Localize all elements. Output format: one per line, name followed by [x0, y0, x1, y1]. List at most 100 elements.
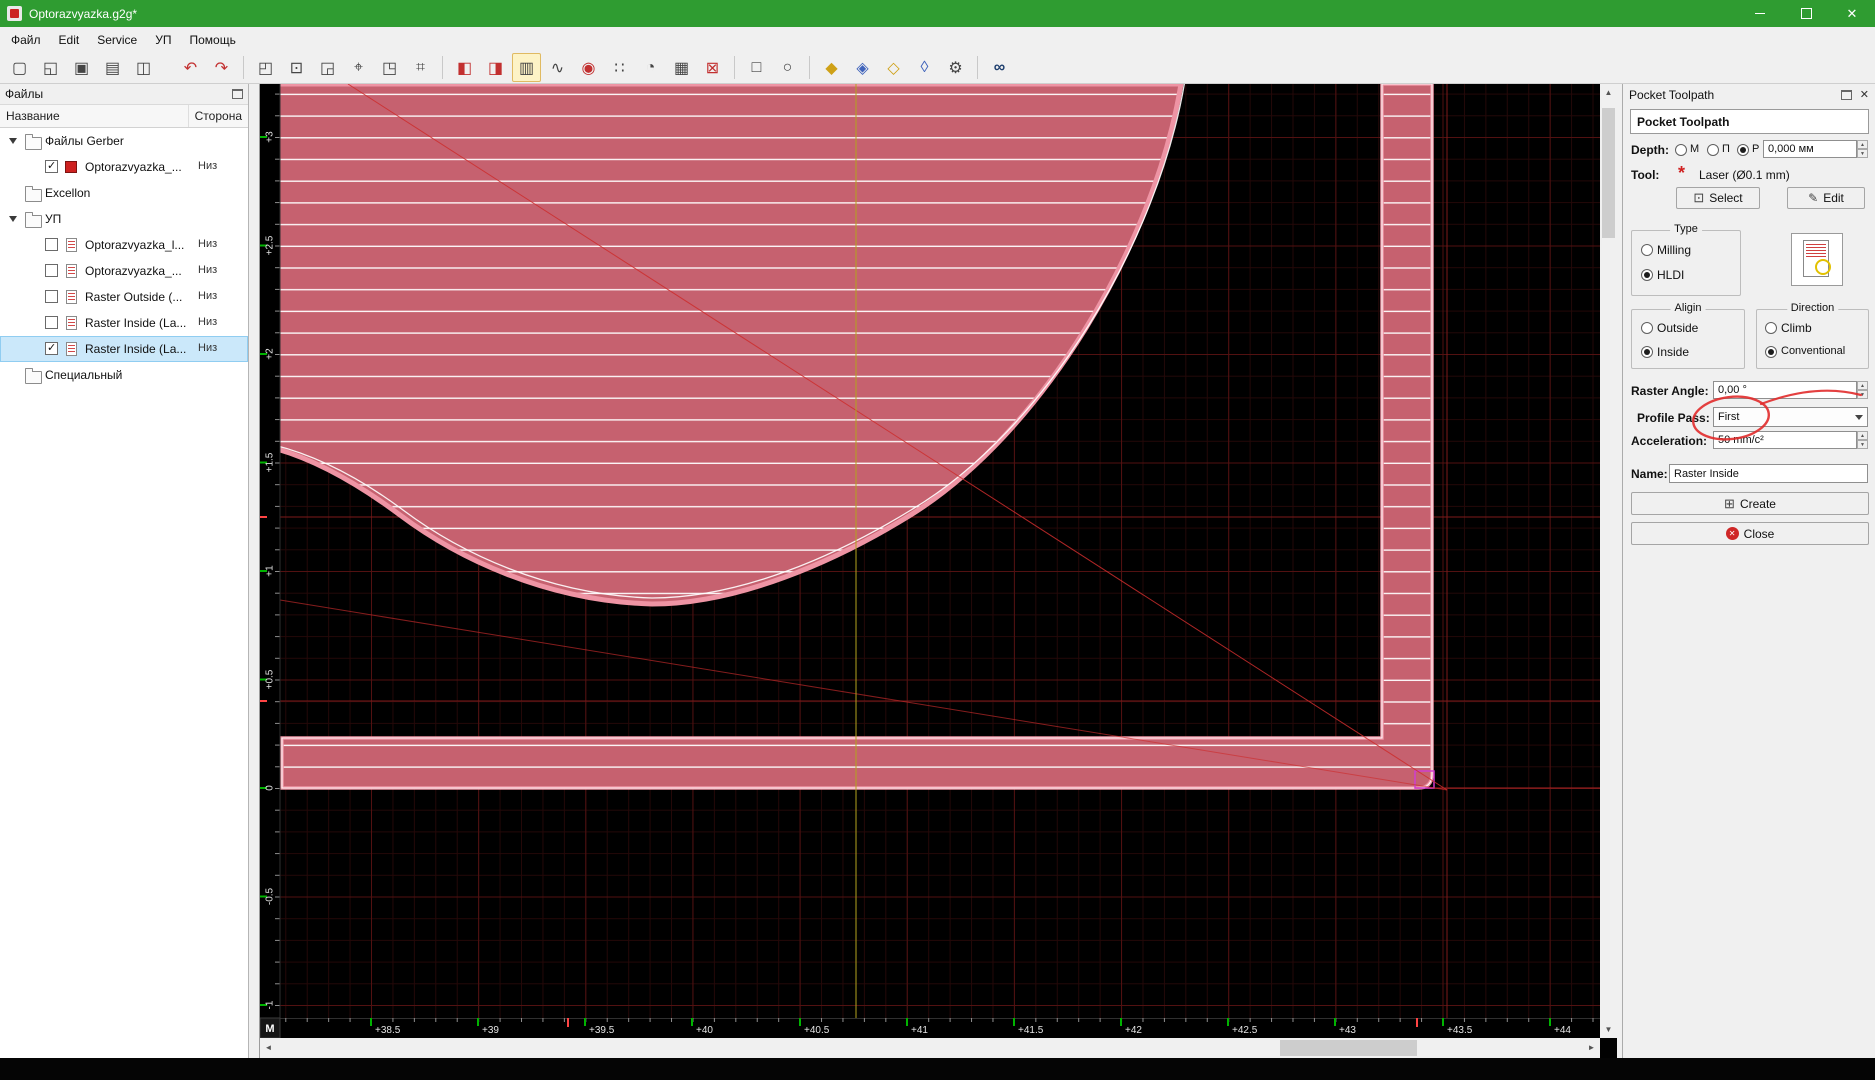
close-panel-button[interactable]: Close [1631, 522, 1869, 545]
raster-angle-input[interactable]: 0,00 ° [1713, 381, 1857, 399]
tree-row-toolpath-5-selected[interactable]: Raster Inside (La... Низ [0, 336, 248, 362]
undo-icon[interactable]: ↶ [176, 53, 205, 82]
simulate-icon[interactable]: ◔ [636, 53, 665, 82]
edit-tool-button[interactable]: Edit [1787, 187, 1865, 209]
settings-icon[interactable]: ⚙ [941, 53, 970, 82]
raster-view-icon[interactable]: ▥ [512, 53, 541, 82]
column-side[interactable]: Сторона [189, 105, 248, 127]
poly-intersect-icon[interactable]: ◇ [879, 53, 908, 82]
mirror-horizontal-icon[interactable]: ◧ [450, 53, 479, 82]
direction-radio-conventional[interactable] [1765, 346, 1777, 358]
depth-radio-p2[interactable] [1737, 144, 1749, 156]
direction-option-conventional[interactable]: Conventional [1781, 345, 1845, 357]
redo-icon[interactable]: ↷ [207, 53, 236, 82]
move-tool-icon[interactable]: ⌖ [344, 53, 373, 82]
menu-file[interactable]: Файл [2, 29, 50, 51]
fixture-marks-icon[interactable]: ⊠ [698, 53, 727, 82]
draw-ellipse-icon[interactable]: ○ [773, 53, 802, 82]
poly-union-icon[interactable]: ◆ [817, 53, 846, 82]
canvas-area[interactable]: +3 +2.5 +2 +1.5 +1 +0.5 0 -0.5 -1 +38.5 … [259, 79, 1600, 1039]
tree-row-special-folder[interactable]: Специальный [0, 362, 248, 388]
layer-checkbox[interactable] [45, 264, 58, 277]
vertical-scrollbar[interactable]: ▲ ▼ [1600, 84, 1617, 1038]
scroll-left-arrow[interactable]: ◄ [260, 1039, 277, 1056]
tree-row-toolpath-3[interactable]: Raster Outside (... Низ [0, 284, 248, 310]
type-option-hldi[interactable]: HLDI [1657, 268, 1684, 282]
tree-row-toolpath-2[interactable]: Optorazvyazka_... Низ [0, 258, 248, 284]
acceleration-input[interactable]: 50 mm/c² [1713, 431, 1857, 449]
depth-option-p1[interactable]: П [1722, 143, 1730, 155]
scroll-down-arrow[interactable]: ▼ [1600, 1021, 1617, 1038]
layer-checkbox[interactable] [45, 341, 58, 355]
select-all-icon[interactable]: ⊡ [282, 53, 311, 82]
layer-checkbox[interactable] [45, 290, 58, 303]
layer-checkbox[interactable] [45, 316, 58, 329]
type-radio-hldi[interactable] [1641, 269, 1653, 281]
acceleration-spinner[interactable]: ▲ ▼ [1857, 431, 1868, 449]
minimize-button[interactable] [1737, 0, 1783, 27]
tree-row-excellon-folder[interactable]: Excellon [0, 180, 248, 206]
table-view-icon[interactable]: ▦ [667, 53, 696, 82]
laser-spot-icon[interactable]: ◉ [574, 53, 603, 82]
export-gcode-icon[interactable]: ◫ [129, 53, 158, 82]
vertical-scroll-thumb[interactable] [1602, 108, 1615, 238]
align-option-outside[interactable]: Outside [1657, 321, 1698, 335]
deselect-icon[interactable]: ◲ [313, 53, 342, 82]
direction-option-climb[interactable]: Climb [1781, 321, 1812, 335]
panel-splitter[interactable] [249, 84, 260, 1058]
tree-row-toolpath-1[interactable]: Optorazvyazka_l... Низ [0, 232, 248, 258]
name-input[interactable]: Raster Inside [1669, 464, 1868, 483]
raster-angle-spinner[interactable]: ▲ ▼ [1857, 381, 1868, 399]
column-name[interactable]: Название [0, 105, 189, 127]
save-file-icon[interactable]: ▣ [67, 53, 96, 82]
select-tool-button[interactable]: Select [1676, 187, 1760, 209]
depth-radio-m[interactable] [1675, 144, 1687, 156]
undock-icon[interactable] [1840, 89, 1852, 100]
mirror-vertical-icon[interactable]: ◨ [481, 53, 510, 82]
poly-subtract-icon[interactable]: ◈ [848, 53, 877, 82]
horizontal-scroll-thumb[interactable] [1280, 1040, 1417, 1056]
maximize-button[interactable] [1783, 0, 1829, 27]
curve-tool-icon[interactable]: ∿ [543, 53, 572, 82]
new-file-icon[interactable]: ▢ [5, 53, 34, 82]
close-button[interactable] [1829, 0, 1875, 27]
depth-option-p2[interactable]: P [1752, 143, 1759, 155]
direction-radio-climb[interactable] [1765, 322, 1777, 334]
panel-close-icon[interactable] [1860, 88, 1869, 101]
snap-grid-icon[interactable]: ⌗ [406, 53, 435, 82]
tree-row-up-folder[interactable]: УП [0, 206, 248, 232]
find-icon[interactable]: ∞ [985, 53, 1014, 82]
menu-up[interactable]: УП [146, 29, 180, 51]
draw-rectangle-icon[interactable]: □ [742, 53, 771, 82]
align-radio-inside[interactable] [1641, 346, 1653, 358]
dot-grid-icon[interactable]: ∷ [605, 53, 634, 82]
tree-row-gerber-folder[interactable]: Файлы Gerber [0, 128, 248, 154]
canvas-svg[interactable]: +3 +2.5 +2 +1.5 +1 +0.5 0 -0.5 -1 +38.5 … [259, 79, 1600, 1039]
layer-checkbox[interactable] [45, 159, 58, 173]
depth-option-m[interactable]: M [1690, 143, 1699, 155]
poly-offset-icon[interactable]: ◊ [910, 53, 939, 82]
align-option-inside[interactable]: Inside [1657, 345, 1689, 359]
align-radio-outside[interactable] [1641, 322, 1653, 334]
ruler-units-box[interactable]: M [259, 1017, 281, 1039]
menu-service[interactable]: Service [88, 29, 146, 51]
horizontal-scrollbar[interactable]: ◄ ► [260, 1038, 1600, 1058]
type-option-milling[interactable]: Milling [1657, 243, 1691, 257]
depth-radio-p1[interactable] [1707, 144, 1719, 156]
type-radio-milling[interactable] [1641, 244, 1653, 256]
select-region-icon[interactable]: ◰ [251, 53, 280, 82]
transform-tool-icon[interactable]: ◳ [375, 53, 404, 82]
scroll-up-arrow[interactable]: ▲ [1600, 84, 1617, 101]
depth-spinner[interactable]: ▲ ▼ [1857, 140, 1868, 158]
expander-icon[interactable] [9, 216, 17, 222]
menu-help[interactable]: Помощь [180, 29, 244, 51]
tree-row-toolpath-4[interactable]: Raster Inside (La... Низ [0, 310, 248, 336]
undock-icon[interactable] [232, 89, 243, 99]
depth-input[interactable]: 0,000 мм [1763, 140, 1857, 158]
menu-edit[interactable]: Edit [50, 29, 89, 51]
scroll-right-arrow[interactable]: ► [1583, 1039, 1600, 1056]
profile-pass-dropdown[interactable]: First [1713, 407, 1868, 427]
layer-checkbox[interactable] [45, 238, 58, 251]
expander-icon[interactable] [9, 138, 17, 144]
open-file-icon[interactable]: ◱ [36, 53, 65, 82]
